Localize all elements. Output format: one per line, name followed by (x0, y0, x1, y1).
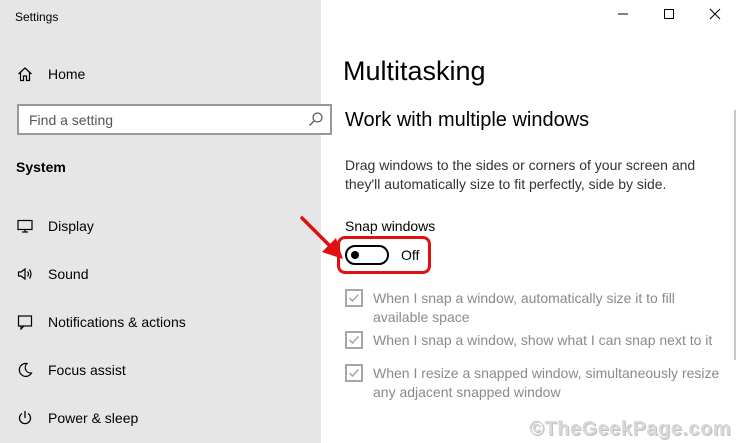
section-description: Drag windows to the sides or corners of … (345, 157, 696, 192)
display-icon (16, 217, 34, 235)
minimize-icon (617, 7, 629, 25)
sidebar-item-notifications[interactable]: Notifications & actions (0, 302, 321, 342)
notifications-icon (16, 313, 34, 331)
sidebar-item-home[interactable]: Home (0, 54, 321, 94)
maximize-button[interactable] (646, 0, 692, 32)
sidebar: Settings Home Find a setting System Disp… (0, 0, 332, 443)
annotation-arrow-icon (300, 216, 343, 259)
sidebar-item-focus-assist[interactable]: Focus assist (0, 350, 321, 390)
sidebar-item-label: Sound (48, 266, 89, 282)
option-checkbox (345, 364, 363, 382)
close-icon (709, 7, 721, 25)
search-input[interactable]: Find a setting (17, 104, 332, 135)
close-button[interactable] (692, 0, 738, 32)
sidebar-item-label: Focus assist (48, 362, 126, 378)
toggle-knob (351, 251, 359, 259)
settings-window: Settings Home Find a setting System Disp… (0, 0, 739, 443)
toggle-state-text: Off (401, 247, 420, 263)
option-label: When I resize a snapped window, simultan… (373, 365, 720, 400)
moon-icon (16, 361, 34, 379)
sidebar-item-label: Notifications & actions (48, 314, 186, 330)
speaker-icon (16, 265, 34, 283)
search-icon[interactable] (308, 111, 324, 127)
window-title: Settings (15, 10, 59, 24)
sidebar-item-label: Display (48, 218, 94, 234)
section-heading: System (16, 159, 66, 175)
power-icon (16, 409, 34, 427)
snap-windows-label: Snap windows (345, 218, 436, 234)
scrollbar[interactable] (734, 110, 736, 360)
sidebar-item-power-sleep[interactable]: Power & sleep (0, 398, 321, 438)
search-placeholder: Find a setting (29, 112, 114, 128)
page-title: Multitasking (343, 56, 486, 86)
sidebar-item-label: Power & sleep (48, 410, 139, 426)
section-title: Work with multiple windows (345, 109, 590, 131)
snap-windows-toggle[interactable] (345, 245, 389, 265)
option-checkbox (345, 331, 363, 349)
sidebar-item-sound[interactable]: Sound (0, 254, 321, 294)
sidebar-item-label: Home (48, 66, 86, 82)
watermark: ©TheGeekPage.com (529, 418, 731, 440)
option-checkbox (345, 289, 363, 307)
option-label: When I snap a window, show what I can sn… (373, 332, 713, 348)
option-label: When I snap a window, automatically size… (373, 290, 675, 325)
sidebar-item-display[interactable]: Display (0, 206, 321, 246)
home-icon (16, 65, 34, 83)
maximize-icon (663, 7, 675, 25)
minimize-button[interactable] (600, 0, 646, 32)
